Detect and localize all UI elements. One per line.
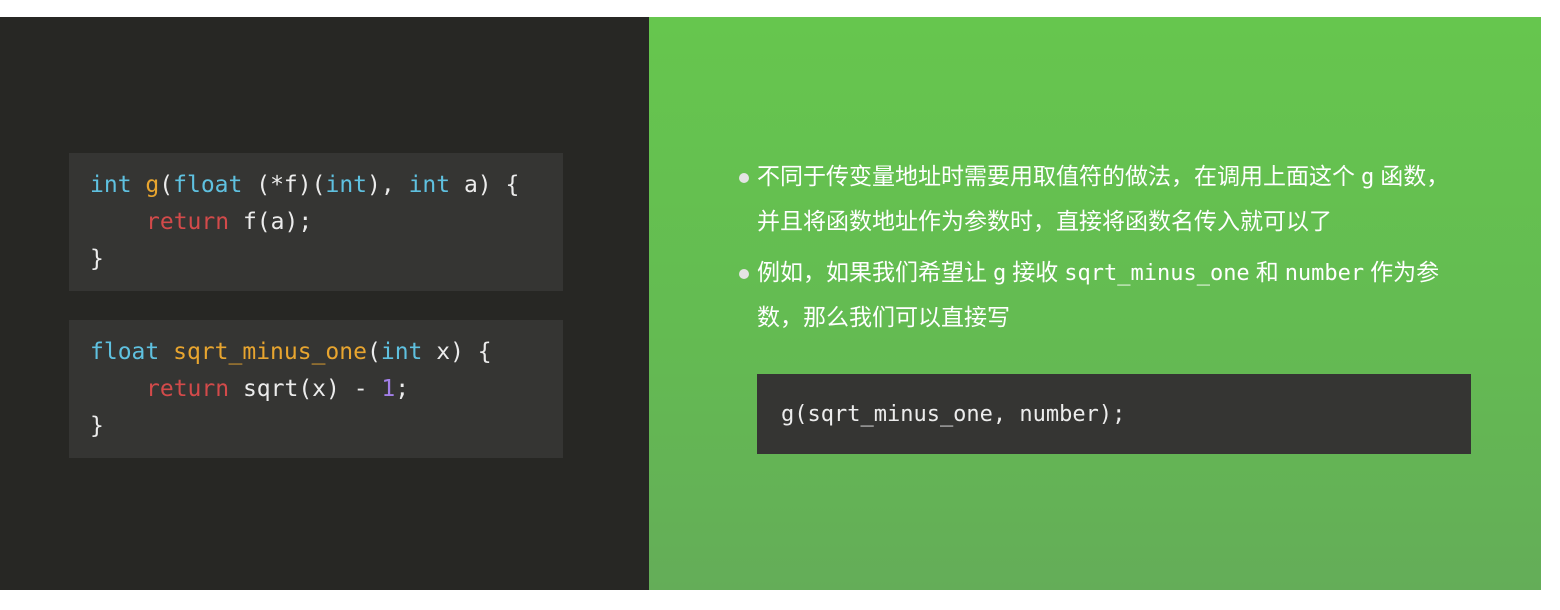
code-line: int g(float (*f)(int), int a) { [90,167,563,204]
code-token: int [408,172,451,198]
code-token: return [146,209,230,235]
code-token: } [90,246,104,272]
bullet-item: 例如，如果我们希望让 g 接收 sqrt_minus_one 和 number 作为参数，那… [737,251,1467,341]
code-block-function-g: int g(float (*f)(int), int a) {return f(… [69,153,563,291]
bullet-dot-icon [739,269,749,279]
bullet-text: 不同于传变量地址时需要用取值符的做法，在调用上面这个 [757,164,1355,190]
code-token: } [90,413,104,439]
code-token: g [145,172,160,198]
code-block-sqrt-minus-one: float sqrt_minus_one(int x) {return sqrt… [69,320,563,458]
code-token: int [90,172,132,198]
code-token: int [325,172,368,198]
code-line: } [90,241,563,278]
inline-code: sqrt_minus_one [1064,261,1250,286]
code-token: f(a); [229,209,313,235]
code-token: float [173,172,243,198]
code-token: return [146,376,230,402]
code-token: int [380,339,423,365]
code-line: return f(a); [90,204,563,241]
code-token: ), [367,172,409,198]
code-token: sqrt(x) - [229,376,382,402]
code-token: ( [366,339,381,365]
code-panel: int g(float (*f)(int), int a) {return f(… [0,17,649,590]
code-token: 1 [381,376,396,402]
bullet-text: 接收 [1012,260,1059,286]
inline-code: number [1284,261,1365,286]
code-token: x) { [422,339,492,365]
inline-code: g [993,261,1007,286]
code-token: (*f)( [242,172,326,198]
code-line: float sqrt_minus_one(int x) { [90,334,563,371]
code-line: } [90,408,563,445]
bullet-list: 不同于传变量地址时需要用取值符的做法，在调用上面这个 g 函数，并且将函数地址作为参… [737,155,1467,347]
bullet-text: 例如，如果我们希望让 [757,260,987,286]
code-token: float [90,339,160,365]
explanation-panel: 不同于传变量地址时需要用取值符的做法，在调用上面这个 g 函数，并且将函数地址作为参… [649,17,1541,590]
code-line: return sqrt(x) - 1; [90,371,563,408]
code-token: a) { [450,172,520,198]
code-token: ( [159,172,174,198]
code-token: ; [395,376,410,402]
slide: int g(float (*f)(int), int a) {return f(… [0,17,1541,590]
code-block-call-example: g(sqrt_minus_one, number); [757,374,1471,454]
bullet-dot-icon [739,173,749,183]
bullet-text: 和 [1255,260,1279,286]
code-token: sqrt_minus_one [173,339,367,365]
code-line: g(sqrt_minus_one, number); [781,402,1126,427]
bullet-item: 不同于传变量地址时需要用取值符的做法，在调用上面这个 g 函数，并且将函数地址作为参… [737,155,1467,245]
inline-code: g [1361,165,1375,190]
